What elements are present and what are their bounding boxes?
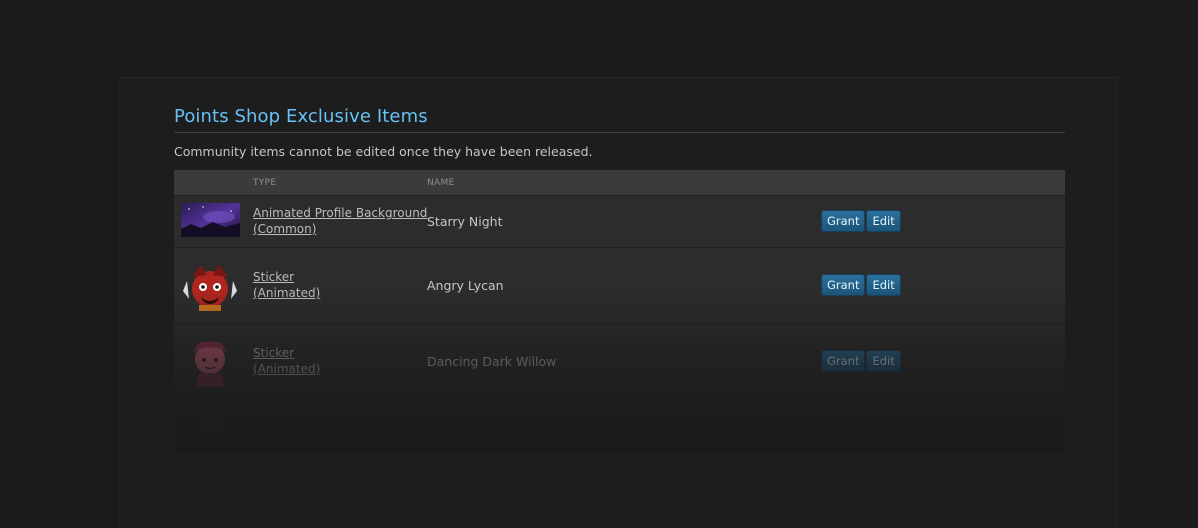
table-header: TYPE NAME (174, 170, 1065, 195)
starry-night-thumbnail (181, 203, 240, 237)
edit-button[interactable]: Edit (867, 351, 900, 371)
column-header-type: TYPE (253, 178, 277, 188)
items-table: TYPE NAME Animated Profile Background (C… (174, 170, 1065, 452)
edit-button[interactable]: Edit (867, 211, 900, 231)
table-row: Sticker (Animated) Dancing Dark Willow G… (174, 323, 1065, 399)
item-name: Angry Lycan (427, 278, 504, 293)
table-row (174, 399, 1065, 440)
angry-lycan-sticker-icon (183, 265, 237, 311)
grant-button[interactable]: Grant (822, 275, 865, 295)
item-type-link[interactable]: Sticker (Animated) (253, 345, 320, 377)
points-shop-section: Points Shop Exclusive Items Community it… (174, 106, 1065, 452)
table-row: Animated Profile Background (Common) Sta… (174, 195, 1065, 247)
item-name: Dancing Dark Willow (427, 354, 557, 369)
dancing-dark-willow-sticker-icon (193, 341, 227, 387)
section-description: Community items cannot be edited once th… (174, 144, 593, 159)
section-title: Points Shop Exclusive Items (174, 106, 1065, 133)
column-header-name: NAME (427, 178, 455, 188)
item-thumbnail (199, 416, 225, 440)
item-name: Starry Night (427, 214, 503, 229)
edit-button[interactable]: Edit (867, 275, 900, 295)
item-type-link[interactable]: Animated Profile Background (Common) (253, 205, 427, 237)
table-row: Sticker (Animated) Angry Lycan Grant Edi… (174, 247, 1065, 323)
grant-button[interactable]: Grant (822, 211, 865, 231)
item-type-link[interactable]: Sticker (Animated) (253, 269, 320, 301)
grant-button[interactable]: Grant (822, 351, 865, 371)
